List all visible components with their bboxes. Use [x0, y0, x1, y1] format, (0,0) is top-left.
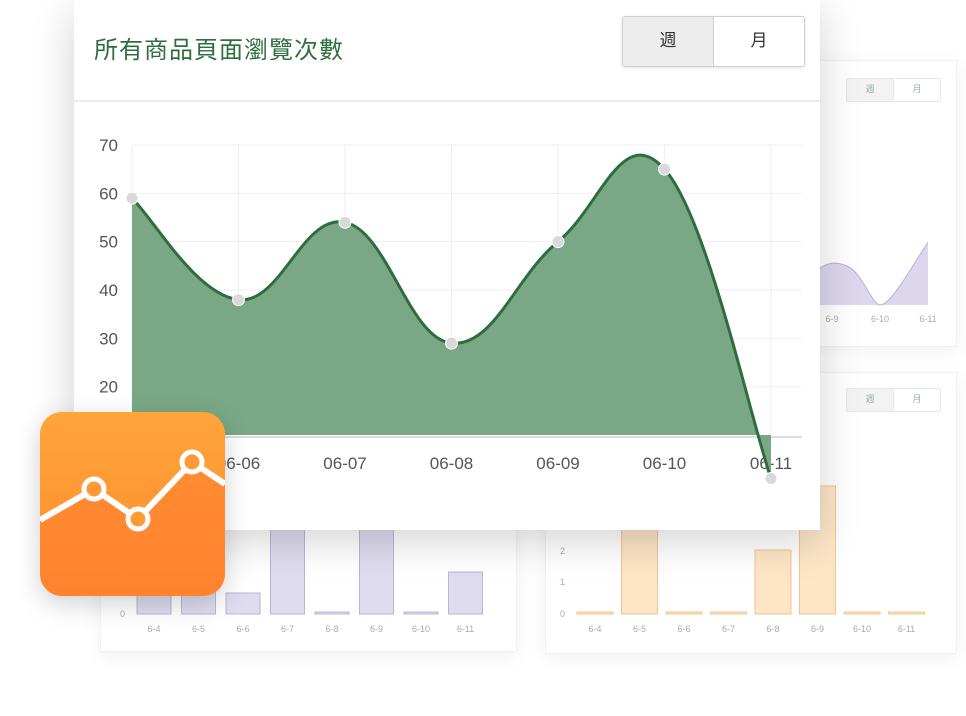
x-tick-label-4: 06-09 — [536, 454, 579, 473]
bgBarOrange-tick-4: 6-8 — [766, 624, 779, 634]
y-tick-label-4: 60 — [99, 184, 118, 203]
bgBarPurple-tick-3: 6-7 — [281, 624, 294, 634]
bgBarOrange-bar-2 — [665, 611, 703, 615]
bg-purple-area-chart: 6-9 6-10 6-11 — [812, 241, 937, 324]
bgBarPurple-tick-1: 6-5 — [192, 624, 205, 634]
bg-purple-tick-0: 6-9 — [825, 314, 838, 324]
y-tick-label-2: 40 — [99, 281, 118, 300]
app-icon-dot-1 — [81, 476, 107, 502]
chart-title: 所有商品頁面瀏覽次數 — [94, 36, 344, 64]
data-point-2 — [338, 215, 352, 229]
bgBarOrange-tick-6: 6-10 — [853, 624, 871, 634]
bg-toggle-month: 月 — [894, 79, 940, 101]
toggle-week-button[interactable]: 週 — [623, 17, 714, 66]
bgBarOrange-bar-4 — [754, 549, 792, 615]
bgBarOrange-bar-1 — [621, 517, 658, 615]
data-point-4 — [551, 235, 565, 249]
bg-toggle-week-2: 週 — [847, 389, 894, 411]
bgBarOrange-bar-3 — [710, 611, 747, 615]
bg-toggle-bottom: 週 月 — [846, 388, 941, 412]
y-tick-label-3: 50 — [99, 233, 118, 252]
bgBarPurple-ytick-0: 0 — [120, 609, 125, 619]
x-tick-label-2: 06-07 — [323, 454, 366, 473]
app-icon-dot-2 — [125, 506, 151, 532]
bgBarPurple-tick-2: 6-6 — [236, 624, 249, 634]
bgBarOrange-tick-2: 6-6 — [677, 624, 690, 634]
y-tick-label-0: 20 — [99, 378, 118, 397]
bgBarPurple-tick-4: 6-8 — [325, 624, 338, 634]
data-point-0 — [125, 191, 139, 205]
bgBarOrange-ytick-2: 2 — [560, 546, 565, 556]
bgBarOrange-ytick-1: 1 — [560, 577, 565, 587]
bgBarPurple-bar-2 — [225, 592, 261, 615]
line-chart-icon — [40, 412, 225, 596]
bgBarPurple-bar-4 — [314, 611, 350, 615]
header-divider — [74, 100, 820, 102]
bg-toggle-week: 週 — [847, 79, 894, 101]
data-point-5 — [658, 162, 671, 176]
bgBarOrange-tick-7: 6-11 — [898, 624, 915, 634]
y-tick-label-5: 70 — [99, 136, 118, 155]
app-icon-dot-3 — [179, 449, 205, 475]
bgBarOrange-bar-0 — [576, 611, 614, 615]
bg-purple-area — [812, 242, 928, 305]
bg-purple-tick-2: 6-11 — [919, 314, 936, 324]
bgBarOrange-tick-5: 6-9 — [811, 624, 824, 634]
bg-toggle-top: 週 月 — [846, 78, 941, 102]
bg-purple-tick-1: 6-10 — [871, 314, 889, 324]
bgBarOrange-bar-6 — [843, 611, 881, 615]
bgBarOrange-ytick-0: 0 — [560, 609, 565, 619]
period-toggle: 週 月 — [622, 16, 805, 67]
y-tick-label-1: 30 — [99, 329, 118, 348]
data-point-3 — [445, 336, 458, 350]
bgBarOrange-tick-3: 6-7 — [722, 624, 735, 634]
bgBarPurple-tick-5: 6-9 — [370, 624, 383, 634]
bgBarOrange-tick-1: 6-5 — [633, 624, 646, 634]
data-point-1 — [232, 293, 245, 307]
bgBarPurple-bar-7 — [448, 571, 483, 615]
x-tick-label-5: 06-10 — [643, 454, 686, 473]
bgBarPurple-tick-7: 6-11 — [457, 624, 474, 634]
data-point-6 — [764, 472, 778, 485]
bgBarPurple-bar-6 — [403, 611, 439, 615]
bgBarOrange-tick-0: 6-4 — [588, 624, 601, 634]
toggle-month-button[interactable]: 月 — [714, 17, 804, 66]
bg-toggle-month-2: 月 — [894, 389, 940, 411]
bgBarPurple-tick-0: 6-4 — [147, 624, 160, 634]
bgBarPurple-tick-6: 6-10 — [412, 624, 430, 634]
x-tick-label-3: 06-08 — [430, 454, 473, 473]
bgBarOrange-bar-7 — [888, 611, 925, 615]
